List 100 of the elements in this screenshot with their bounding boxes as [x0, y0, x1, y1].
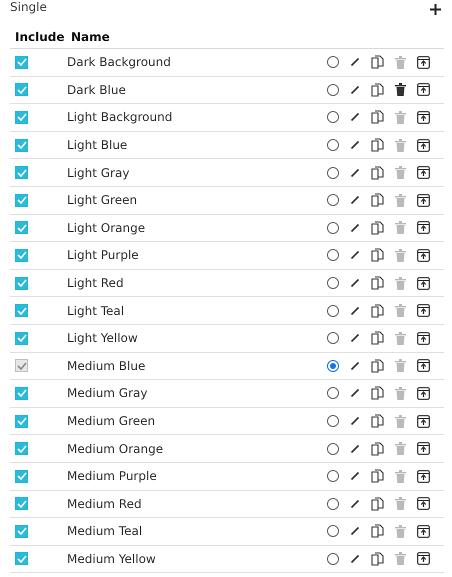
default-radio[interactable]: [327, 442, 339, 455]
edit-icon[interactable]: [350, 112, 360, 122]
default-radio[interactable]: [327, 332, 339, 344]
copy-icon[interactable]: [371, 304, 384, 318]
include-checkbox[interactable]: [15, 497, 28, 510]
copy-icon[interactable]: [371, 496, 384, 511]
export-icon[interactable]: [417, 359, 430, 372]
edit-icon[interactable]: [350, 388, 360, 398]
export-icon[interactable]: [417, 414, 430, 428]
include-checkbox[interactable]: [15, 524, 28, 538]
edit-icon[interactable]: [350, 57, 360, 68]
default-radio[interactable]: [327, 56, 339, 68]
edit-icon[interactable]: [350, 498, 360, 509]
copy-icon[interactable]: [371, 276, 384, 290]
edit-icon[interactable]: [350, 526, 360, 536]
include-checkbox[interactable]: [15, 248, 28, 262]
include-checkbox[interactable]: [15, 166, 28, 180]
default-radio[interactable]: [327, 222, 339, 234]
export-icon[interactable]: [417, 83, 430, 96]
edit-icon[interactable]: [350, 140, 360, 150]
edit-icon[interactable]: [350, 333, 360, 344]
copy-icon[interactable]: [371, 552, 384, 566]
export-icon[interactable]: [417, 110, 430, 124]
default-radio[interactable]: [327, 360, 339, 372]
copy-icon[interactable]: [371, 469, 384, 484]
export-icon[interactable]: [417, 442, 430, 456]
include-checkbox[interactable]: [15, 110, 28, 124]
edit-icon[interactable]: [350, 471, 360, 482]
export-icon[interactable]: [417, 332, 430, 345]
default-radio[interactable]: [327, 552, 339, 565]
edit-icon[interactable]: [350, 195, 360, 206]
default-radio[interactable]: [327, 498, 339, 510]
edit-icon[interactable]: [350, 554, 360, 564]
default-radio[interactable]: [327, 111, 339, 124]
include-checkbox[interactable]: [15, 194, 28, 207]
default-radio[interactable]: [327, 166, 339, 179]
include-checkbox[interactable]: [15, 442, 28, 456]
default-radio[interactable]: [327, 249, 339, 262]
include-checkbox[interactable]: [15, 221, 28, 234]
copy-icon[interactable]: [371, 386, 384, 400]
edit-icon[interactable]: [350, 416, 360, 426]
copy-icon[interactable]: [371, 331, 384, 346]
palette-name: Light Background: [67, 110, 174, 124]
copy-icon[interactable]: [371, 442, 384, 456]
default-radio[interactable]: [327, 139, 339, 152]
include-checkbox[interactable]: [15, 386, 28, 400]
export-icon[interactable]: [417, 138, 430, 152]
copy-icon[interactable]: [371, 82, 384, 97]
include-checkbox[interactable]: [15, 83, 28, 96]
edit-icon[interactable]: [350, 306, 360, 316]
include-checkbox[interactable]: [15, 304, 28, 318]
edit-icon[interactable]: [350, 222, 360, 233]
copy-icon[interactable]: [371, 414, 384, 428]
palette-name: Light Red: [67, 276, 125, 290]
copy-icon[interactable]: [371, 220, 384, 235]
palette-name: Light Purple: [67, 248, 140, 262]
add-icon[interactable]: [430, 4, 441, 15]
edit-icon[interactable]: [350, 360, 360, 371]
edit-icon[interactable]: [350, 444, 360, 454]
include-checkbox[interactable]: [15, 56, 28, 69]
copy-icon[interactable]: [371, 55, 384, 70]
edit-icon[interactable]: [350, 250, 360, 260]
export-icon[interactable]: [417, 524, 430, 538]
delete-icon[interactable]: [395, 83, 406, 96]
default-radio[interactable]: [327, 387, 339, 400]
copy-icon[interactable]: [371, 166, 384, 180]
default-radio[interactable]: [327, 415, 339, 428]
default-radio[interactable]: [327, 194, 339, 206]
export-icon[interactable]: [417, 276, 430, 290]
include-checkbox[interactable]: [15, 470, 28, 483]
include-checkbox[interactable]: [15, 552, 28, 566]
copy-icon[interactable]: [371, 193, 384, 208]
export-icon[interactable]: [417, 56, 430, 69]
export-icon[interactable]: [417, 497, 430, 510]
edit-icon[interactable]: [350, 168, 360, 178]
default-radio[interactable]: [327, 277, 339, 290]
export-icon[interactable]: [417, 552, 430, 566]
edit-icon[interactable]: [350, 84, 360, 95]
include-checkbox[interactable]: [15, 276, 28, 290]
export-icon[interactable]: [417, 194, 430, 207]
copy-icon[interactable]: [371, 138, 384, 152]
export-icon[interactable]: [417, 386, 430, 400]
default-radio[interactable]: [327, 84, 339, 96]
include-checkbox[interactable]: [15, 138, 28, 152]
copy-icon[interactable]: [371, 524, 384, 538]
include-checkbox[interactable]: [15, 414, 28, 428]
export-icon[interactable]: [417, 304, 430, 318]
default-radio[interactable]: [327, 470, 339, 482]
export-icon[interactable]: [417, 470, 430, 483]
default-radio[interactable]: [327, 525, 339, 538]
copy-icon[interactable]: [371, 358, 384, 373]
export-icon[interactable]: [417, 166, 430, 180]
copy-icon[interactable]: [371, 248, 384, 262]
copy-icon[interactable]: [371, 110, 384, 124]
palette-name: Light Orange: [67, 220, 146, 235]
export-icon[interactable]: [417, 248, 430, 262]
export-icon[interactable]: [417, 221, 430, 234]
edit-icon[interactable]: [350, 278, 360, 288]
include-checkbox[interactable]: [15, 332, 28, 345]
default-radio[interactable]: [327, 304, 339, 317]
